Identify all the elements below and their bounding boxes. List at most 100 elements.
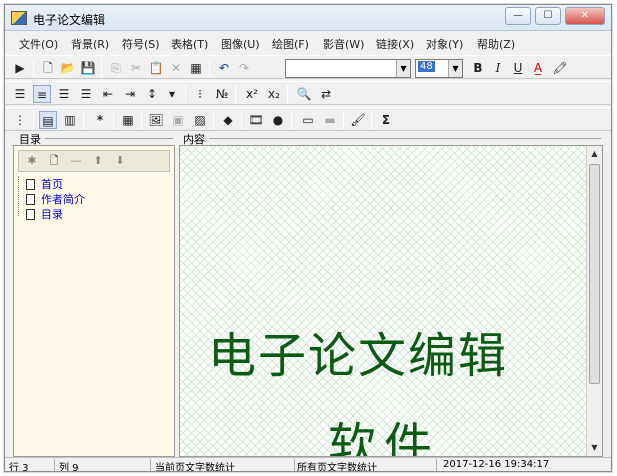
play-icon[interactable]: ▶ <box>11 59 29 77</box>
highlight-icon[interactable]: 🖍 <box>551 59 569 77</box>
underline-button[interactable]: U <box>509 59 527 77</box>
film-icon[interactable]: 🎞 <box>247 111 265 129</box>
subscript-button[interactable]: x₂ <box>265 85 283 103</box>
app-window: 电子论文编辑 — ☐ ✕ 文件(O) 背景(R) 符号(S) 表格(T) 图像(… <box>4 4 612 472</box>
italic-button[interactable]: I <box>489 59 507 77</box>
align-justify-icon[interactable]: ☰ <box>77 85 95 103</box>
app-icon <box>11 11 27 25</box>
tree-item[interactable]: 目录 <box>26 206 63 221</box>
insert-symbol-button[interactable]: * <box>91 111 109 129</box>
bold-button[interactable]: B <box>469 59 487 77</box>
tree-move-up-icon[interactable]: ⬆ <box>89 153 107 169</box>
content-heading: 电子论文编辑 <box>208 328 509 384</box>
menu-file[interactable]: 文件(O) <box>19 36 58 52</box>
tree-view-icon[interactable]: ⋮ <box>11 111 29 129</box>
line-spacing-icon[interactable]: ↕ <box>143 85 161 103</box>
sound-icon[interactable]: ● <box>269 111 287 129</box>
status-row: 行 3 <box>9 459 55 471</box>
toolbar-separator <box>83 111 84 129</box>
toolbar-separator <box>141 111 142 129</box>
tree-move-down-icon[interactable]: ⬇ <box>111 153 129 169</box>
delete-icon[interactable]: ✕ <box>167 59 185 77</box>
insert-image-icon[interactable]: 🖼 <box>147 111 165 129</box>
menu-background[interactable]: 背景(R) <box>71 36 109 52</box>
layout-single-icon[interactable]: ▤ <box>39 111 57 129</box>
tree-item[interactable]: 作者简介 <box>26 191 85 206</box>
new-file-icon[interactable]: 🗋 <box>39 59 57 77</box>
bullet-list-icon[interactable]: ⁝ <box>191 85 209 103</box>
line-spacing-dropdown-icon[interactable]: ▾ <box>163 85 181 103</box>
menu-media[interactable]: 影音(W) <box>323 36 364 52</box>
toolbar-separator <box>185 85 186 103</box>
paste-icon[interactable]: 📋 <box>147 59 165 77</box>
close-button[interactable]: ✕ <box>565 7 605 25</box>
vertical-scrollbar[interactable]: ▲ ▼ <box>586 146 602 456</box>
font-color-icon[interactable]: A̲ <box>529 59 547 77</box>
indent-increase-icon[interactable]: ⇥ <box>121 85 139 103</box>
minimize-button[interactable]: — <box>505 7 531 25</box>
document-icon <box>26 179 35 190</box>
insert-table-icon[interactable]: ▦ <box>119 111 137 129</box>
maximize-button[interactable]: ☐ <box>535 7 561 25</box>
copy-icon[interactable]: ⎘ <box>107 59 125 77</box>
scroll-down-icon[interactable]: ▼ <box>587 440 602 456</box>
tree-item[interactable]: 首页 <box>26 176 63 191</box>
toolbar-separator <box>343 111 344 129</box>
insert-toolbar: ⋮ ▤ ▥ * ▦ 🖼 ▣ ▨ ◆ 🎞 ● ▭ ▬ 🖌 Σ <box>5 107 611 131</box>
menu-bar: 文件(O) 背景(R) 符号(S) 表格(T) 图像(U) 绘图(F) 影音(W… <box>5 33 611 53</box>
scroll-up-icon[interactable]: ▲ <box>587 146 602 162</box>
font-size-select[interactable]: 48 ▼ <box>415 59 463 78</box>
divider <box>45 138 173 139</box>
shapes-icon[interactable]: ◆ <box>219 111 237 129</box>
formula-button[interactable]: Σ <box>377 111 395 129</box>
status-all-word-count: 所有页文字数统计 <box>297 459 437 471</box>
numbered-list-icon[interactable]: № <box>213 85 231 103</box>
undo-icon[interactable]: ↶ <box>215 59 233 77</box>
toolbar-separator <box>33 111 34 129</box>
divider <box>209 138 601 139</box>
menu-object[interactable]: 对象(Y) <box>426 36 463 52</box>
toolbar-separator <box>113 111 114 129</box>
menu-table[interactable]: 表格(T) <box>171 36 208 52</box>
standard-toolbar: ▶ 🗋 📂 💾 ⎘ ✂ 📋 ✕ ▦ ↶ ↷ ▼ 48 ▼ B I U A̲ 🖍 <box>5 55 611 79</box>
replace-icon[interactable]: ⇄ <box>317 85 335 103</box>
image-edit-icon[interactable]: ▨ <box>191 111 209 129</box>
redo-icon[interactable]: ↷ <box>235 59 253 77</box>
superscript-button[interactable]: x² <box>243 85 261 103</box>
indent-decrease-icon[interactable]: ⇤ <box>99 85 117 103</box>
status-col: 列 9 <box>59 459 151 471</box>
find-icon[interactable]: 🔍 <box>295 85 313 103</box>
menu-symbol[interactable]: 符号(S) <box>122 36 160 52</box>
menu-link[interactable]: 链接(X) <box>376 36 414 52</box>
title-bar[interactable]: 电子论文编辑 — ☐ ✕ <box>5 5 611 31</box>
brush-icon[interactable]: 🖌 <box>349 111 367 129</box>
tree-new-page-icon[interactable]: 🗋 <box>45 153 63 169</box>
tree-connector <box>18 176 24 216</box>
tree-remove-icon[interactable]: — <box>67 153 85 169</box>
save-icon[interactable]: 💾 <box>79 59 97 77</box>
select-all-icon[interactable]: ▦ <box>187 59 205 77</box>
status-bar: 行 3 列 9 当前页文字数统计 所有页文字数统计 2017-12-16 19:… <box>5 457 611 471</box>
image-frame-icon[interactable]: ▣ <box>169 111 187 129</box>
scrollbar-thumb[interactable] <box>589 164 600 384</box>
menu-help[interactable]: 帮助(Z) <box>477 36 515 52</box>
align-right-icon[interactable]: ☰ <box>55 85 73 103</box>
chevron-down-icon[interactable]: ▼ <box>448 60 462 77</box>
font-name-select[interactable]: ▼ <box>285 59 411 78</box>
menu-image[interactable]: 图像(U) <box>221 36 260 52</box>
content-editor[interactable]: 电子论文编辑 软件 ▲ ▼ <box>179 145 603 457</box>
toolbar-separator <box>241 111 242 129</box>
align-center-icon[interactable]: ≡ <box>33 85 51 103</box>
frame-gray-icon[interactable]: ▬ <box>321 111 339 129</box>
menu-draw[interactable]: 绘图(F) <box>272 36 309 52</box>
open-folder-icon[interactable]: 📂 <box>59 59 77 77</box>
toolbar-separator <box>101 59 102 77</box>
toolbar-separator <box>209 59 210 77</box>
tree-add-icon[interactable]: ✱ <box>23 153 41 169</box>
layout-double-icon[interactable]: ▥ <box>61 111 79 129</box>
document-icon <box>26 194 35 205</box>
cut-icon[interactable]: ✂ <box>127 59 145 77</box>
frame-icon[interactable]: ▭ <box>299 111 317 129</box>
chevron-down-icon[interactable]: ▼ <box>396 60 410 77</box>
align-left-icon[interactable]: ☰ <box>11 85 29 103</box>
